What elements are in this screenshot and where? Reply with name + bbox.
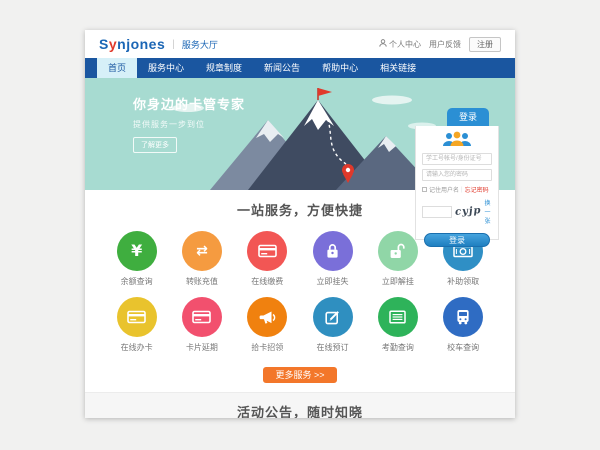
service-item-考勤查询[interactable]: 考勤查询 xyxy=(365,297,430,353)
hero-subtitle: 提供服务一步到位 xyxy=(133,119,245,130)
service-label: 在线办卡 xyxy=(121,342,153,353)
service-label: 考勤查询 xyxy=(382,342,414,353)
announcements-section: 活动公告，随时知晓 使用指南最新公告更多>>使用指南更多>> xyxy=(85,392,515,418)
edit-icon xyxy=(313,297,353,337)
nav-item-帮助中心[interactable]: 帮助中心 xyxy=(311,58,369,78)
nav-item-新闻公告[interactable]: 新闻公告 xyxy=(253,58,311,78)
logo[interactable]: Synjones xyxy=(99,36,165,52)
service-label: 转账充值 xyxy=(186,276,218,287)
login-options: 记住用户名 | 忘记密码 xyxy=(422,185,492,194)
header-link-label: 用户反馈 xyxy=(429,39,461,50)
options-separator: | xyxy=(461,187,463,193)
service-label: 卡片延期 xyxy=(186,342,218,353)
service-item-在线办卡[interactable]: 在线办卡 xyxy=(104,297,169,353)
register-button[interactable]: 注册 xyxy=(469,37,501,52)
bus-icon xyxy=(443,297,483,337)
captcha-image: cyjp xyxy=(455,205,482,218)
lock-icon xyxy=(313,231,353,271)
service-label: 立即解挂 xyxy=(382,276,414,287)
main-nav: 首页服务中心规章制度新闻公告帮助中心相关链接 xyxy=(85,58,515,78)
service-item-在线预订[interactable]: 在线预订 xyxy=(300,297,365,353)
more-services-button[interactable]: 更多服务 >> xyxy=(263,367,337,383)
nav-item-首页[interactable]: 首页 xyxy=(97,58,137,78)
service-label: 在线预订 xyxy=(317,342,349,353)
announcements-title: 活动公告，随时知晓 xyxy=(85,402,515,418)
service-label: 余额查询 xyxy=(121,276,153,287)
login-submit-button[interactable]: 登录 xyxy=(424,233,490,247)
captcha-input[interactable] xyxy=(422,206,452,218)
logo-text: S xyxy=(99,36,109,52)
megaphone-icon xyxy=(247,297,287,337)
service-item-立即挂失[interactable]: 立即挂失 xyxy=(300,231,365,287)
nav-item-规章制度[interactable]: 规章制度 xyxy=(195,58,253,78)
header-link-label: 个人中心 xyxy=(389,39,421,50)
users-icon xyxy=(422,131,492,149)
logo-divider: | xyxy=(172,39,175,50)
card-icon xyxy=(117,297,157,337)
service-item-在线缴费[interactable]: 在线缴费 xyxy=(235,231,300,287)
service-item-拾卡招领[interactable]: 拾卡招领 xyxy=(235,297,300,353)
nav-item-服务中心[interactable]: 服务中心 xyxy=(137,58,195,78)
hero-title: 你身边的卡管专家 xyxy=(133,94,245,113)
yen-icon: ¥ xyxy=(117,231,157,271)
login-panel: 记住用户名 | 忘记密码 cyjp 换一张 登录 xyxy=(415,126,499,240)
service-label: 在线缴费 xyxy=(251,276,283,287)
hero-banner: 你身边的卡管专家 提供服务一步到位 了解更多 登录 记住用户名 | 忘记密码 xyxy=(85,78,515,190)
service-item-余额查询[interactable]: ¥ 余额查询 xyxy=(104,231,169,287)
header-links: 个人中心用户反馈注册 xyxy=(379,37,501,52)
nav-item-相关链接[interactable]: 相关链接 xyxy=(369,58,427,78)
card-icon xyxy=(182,297,222,337)
captcha-refresh-link[interactable]: 换一张 xyxy=(485,198,492,225)
login-tab[interactable]: 登录 xyxy=(447,108,489,126)
captcha-row: cyjp 换一张 xyxy=(422,198,492,225)
list-icon xyxy=(378,297,418,337)
password-input[interactable] xyxy=(422,169,492,181)
services-grid: ¥ 余额查询 ⇄ 转账充值 在线缴费 立即挂失 立即解挂 补助领取在线办卡 卡片延期 拾卡招领 在线… xyxy=(104,231,496,363)
service-label: 补助领取 xyxy=(447,276,479,287)
service-item-校车查询[interactable]: 校车查询 xyxy=(430,297,495,353)
hero-copy: 你身边的卡管专家 提供服务一步到位 了解更多 xyxy=(133,94,245,153)
header-link-1[interactable]: 用户反馈 xyxy=(429,39,461,50)
service-item-转账充值[interactable]: ⇄ 转账充值 xyxy=(169,231,234,287)
site-subtitle: 服务大厅 xyxy=(182,38,218,51)
unlock-icon xyxy=(378,231,418,271)
hero-more-button[interactable]: 了解更多 xyxy=(133,137,177,153)
person-icon xyxy=(379,39,387,49)
forgot-password-link[interactable]: 忘记密码 xyxy=(465,185,489,194)
page: Synjones | 服务大厅 个人中心用户反馈注册 首页服务中心规章制度新闻公… xyxy=(85,30,515,418)
header: Synjones | 服务大厅 个人中心用户反馈注册 xyxy=(85,30,515,58)
remember-checkbox[interactable] xyxy=(422,187,427,192)
logo-accent: y xyxy=(109,36,117,52)
service-label: 校车查询 xyxy=(447,342,479,353)
service-label: 拾卡招领 xyxy=(251,342,283,353)
card-icon xyxy=(247,231,287,271)
service-label: 立即挂失 xyxy=(317,276,349,287)
transfer-icon: ⇄ xyxy=(182,231,222,271)
service-item-卡片延期[interactable]: 卡片延期 xyxy=(169,297,234,353)
username-input[interactable] xyxy=(422,153,492,165)
logo-text-2: njones xyxy=(117,36,165,52)
remember-label: 记住用户名 xyxy=(429,185,459,194)
header-link-0[interactable]: 个人中心 xyxy=(379,39,421,50)
